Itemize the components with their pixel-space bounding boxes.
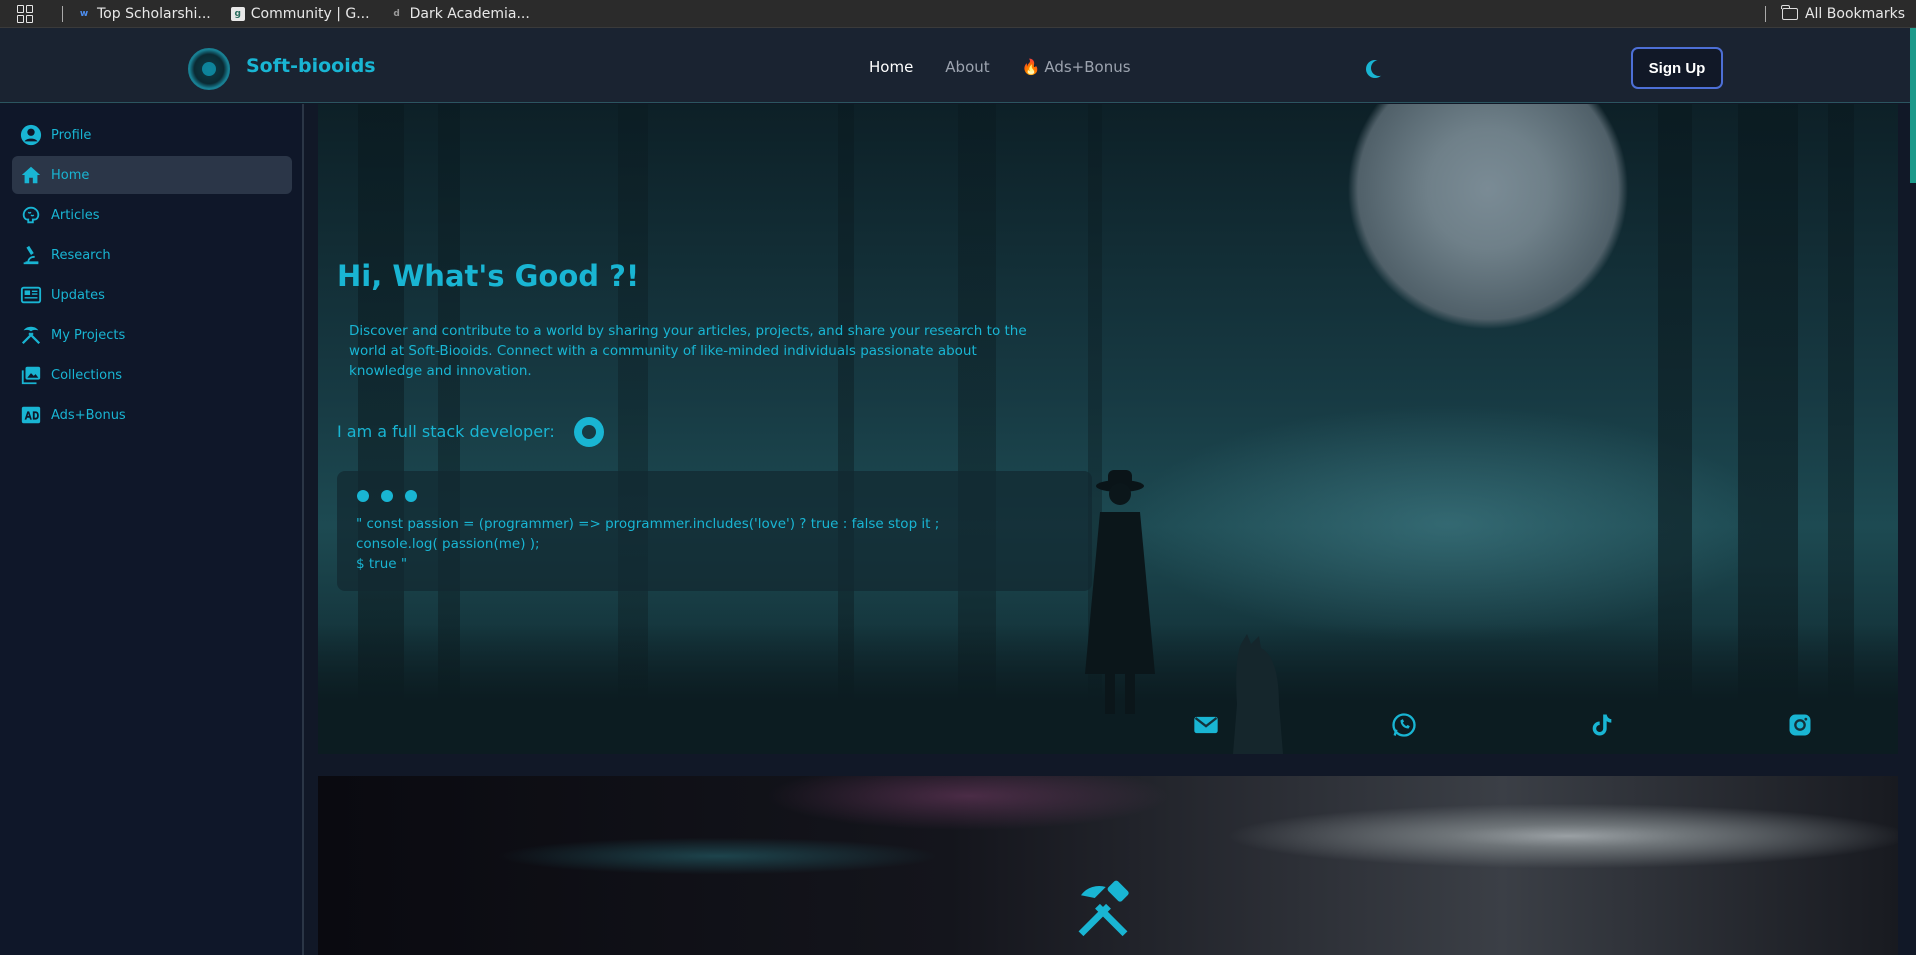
pick-hammer-icon	[1078, 880, 1129, 937]
bookmarks-bar: w Top Scholarshi... g Community | G... d…	[0, 0, 1916, 28]
projects-section	[318, 776, 1898, 955]
sidebar-item-label: My Projects	[51, 327, 126, 343]
code-window: " const passion = (programmer) => progra…	[337, 471, 1092, 591]
instagram-icon[interactable]	[1775, 700, 1825, 750]
sidebar: Profile Home Articles Research Updates M…	[0, 104, 304, 955]
bookmark-favicon-icon: g	[230, 6, 245, 21]
sidebar-item-home[interactable]: Home	[12, 156, 292, 194]
hero-section: Hi, What's Good ?! Discover and contribu…	[318, 104, 1898, 754]
images-icon	[20, 364, 42, 386]
user-circle-icon	[20, 124, 42, 146]
sidebar-item-updates[interactable]: Updates	[12, 276, 292, 314]
code-line: console.log( passion(me) );	[356, 536, 540, 552]
developer-tagline: I am a full stack developer:	[337, 422, 555, 441]
window-dots	[357, 490, 429, 502]
home-icon	[20, 164, 42, 186]
theme-toggle-moon-icon[interactable]	[1371, 60, 1387, 76]
brand-name[interactable]: Soft-biooids	[246, 55, 376, 77]
sign-up-button[interactable]: Sign Up	[1631, 47, 1723, 89]
bookmarks-separator	[1764, 6, 1766, 22]
bookmark-favicon-icon: w	[79, 8, 89, 19]
sidebar-item-profile[interactable]: Profile	[12, 116, 292, 154]
bookmarks-separator	[62, 5, 63, 22]
hero-title: Hi, What's Good ?!	[337, 259, 640, 293]
scrollbar-thumb[interactable]	[1910, 28, 1916, 183]
nav-link-home[interactable]: Home	[869, 58, 913, 76]
sidebar-item-articles[interactable]: Articles	[12, 196, 292, 234]
ad-icon	[20, 404, 42, 426]
bookmark-label: Top Scholarshi...	[97, 5, 211, 22]
bookmark-label: Community | G...	[250, 5, 370, 22]
sidebar-item-label: Updates	[51, 287, 105, 303]
sidebar-item-label: Ads+Bonus	[51, 407, 126, 423]
hero-description: Discover and contribute to a world by sh…	[349, 323, 1027, 379]
nav-link-ads-bonus[interactable]: 🔥 Ads+Bonus	[1022, 58, 1131, 76]
brand-logo-icon[interactable]	[188, 48, 230, 90]
sidebar-item-label: Home	[51, 167, 90, 183]
newspaper-icon	[20, 284, 42, 306]
sidebar-item-label: Collections	[51, 367, 123, 383]
all-bookmarks-label: All Bookmarks	[1804, 6, 1905, 22]
fire-icon: 🔥	[1021, 58, 1041, 76]
sidebar-item-label: Articles	[51, 207, 100, 223]
tools-icon	[20, 324, 42, 346]
email-icon[interactable]	[1181, 700, 1231, 750]
sidebar-item-label: Research	[51, 247, 111, 263]
apps-grid-icon[interactable]	[17, 4, 35, 23]
nav-link-label: Ads+Bonus	[1044, 58, 1131, 76]
whatsapp-icon[interactable]	[1379, 700, 1429, 750]
microscope-icon	[20, 244, 42, 266]
brain-icon	[20, 204, 42, 226]
site-navbar: Soft-biooids Home About 🔥 Ads+Bonus Sign …	[0, 28, 1916, 103]
github-icon[interactable]	[574, 417, 604, 447]
bookmark-item[interactable]: g Community | G...	[230, 5, 370, 22]
folder-icon	[1781, 5, 1798, 20]
sidebar-item-collections[interactable]: Collections	[12, 356, 292, 394]
sidebar-item-ads-bonus[interactable]: Ads+Bonus	[12, 396, 292, 434]
bookmark-item[interactable]: w Top Scholarshi...	[77, 6, 211, 22]
bookmark-favicon-icon: d	[393, 8, 400, 19]
sidebar-item-label: Profile	[51, 127, 92, 143]
all-bookmarks[interactable]: All Bookmarks	[1764, 0, 1905, 28]
sidebar-item-research[interactable]: Research	[12, 236, 292, 274]
tiktok-icon[interactable]	[1577, 700, 1627, 750]
bookmark-label: Dark Academia...	[409, 5, 530, 22]
code-line: $ true "	[356, 556, 408, 572]
code-line: " const passion = (programmer) => progra…	[356, 516, 940, 532]
nav-links: Home About 🔥 Ads+Bonus	[869, 58, 1163, 76]
nav-link-about[interactable]: About	[945, 58, 989, 76]
sidebar-item-my-projects[interactable]: My Projects	[12, 316, 292, 354]
bookmark-item[interactable]: d Dark Academia...	[390, 5, 530, 22]
